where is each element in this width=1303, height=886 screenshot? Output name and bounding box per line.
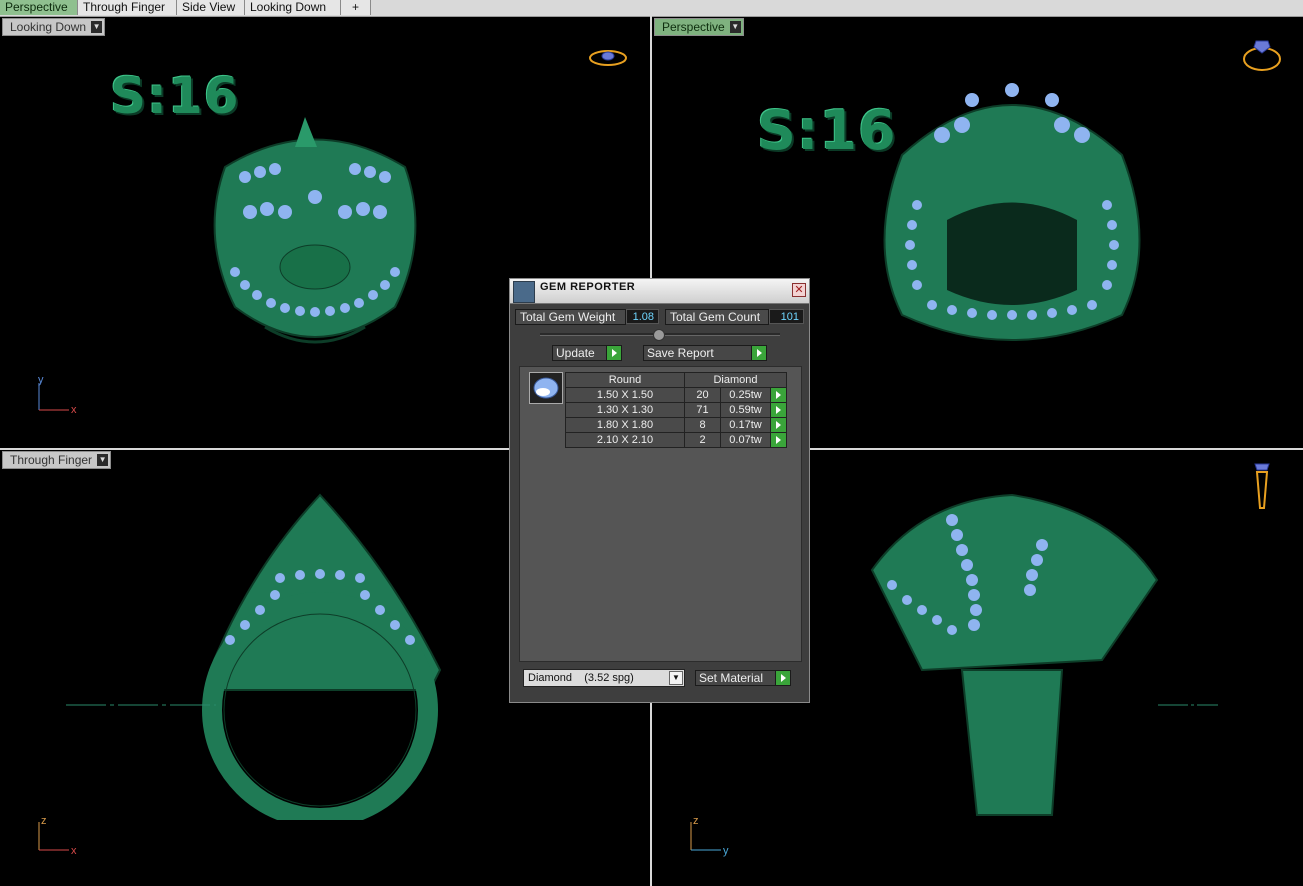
gem-weight-cell: 0.17tw <box>720 417 771 433</box>
viewport-label-text: Perspective <box>662 20 725 34</box>
ring-side-orientation-icon[interactable] <box>1250 460 1274 512</box>
table-row: 1.50 X 1.50 20 0.25tw <box>565 387 787 403</box>
view-tab-bar: Perspective Through Finger Side View Loo… <box>0 0 1303 17</box>
chevron-down-icon[interactable]: ▼ <box>91 21 103 33</box>
save-report-button[interactable]: Save Report <box>643 345 767 361</box>
update-button[interactable]: Update <box>552 345 622 361</box>
update-button-label: Update <box>556 346 595 360</box>
tab-looking-down[interactable]: Looking Down <box>245 0 341 15</box>
gem-count-cell: 20 <box>684 387 721 403</box>
select-gem-row-button[interactable] <box>770 402 787 418</box>
total-gem-count-value: 101 <box>769 309 804 324</box>
set-material-button-label: Set Material <box>699 671 764 685</box>
axis-z-label: z <box>41 815 47 827</box>
axis-triad: y x <box>34 374 84 418</box>
axis-y-label: y <box>38 375 44 386</box>
dialog-title: GEM REPORTER <box>540 281 636 293</box>
set-material-button[interactable]: Set Material <box>695 670 791 686</box>
gem-reporter-app-icon <box>513 281 535 303</box>
chevron-down-icon[interactable]: ▼ <box>97 454 109 466</box>
table-row: 1.80 X 1.80 8 0.17tw <box>565 417 787 433</box>
play-arrow-icon <box>751 346 766 360</box>
grid-line-marker <box>1158 704 1218 706</box>
ring-orientation-icon[interactable] <box>588 47 630 69</box>
axis-x-label: x <box>71 845 77 857</box>
ring-model-perspective-view <box>883 83 1141 341</box>
grid-line-marker <box>66 704 216 706</box>
tab-through-finger[interactable]: Through Finger <box>78 0 177 15</box>
chevron-down-icon[interactable]: ▼ <box>669 671 683 685</box>
viewport-label-looking-down[interactable]: Looking Down ▼ <box>2 18 106 36</box>
gem-size-cell: 2.10 X 2.10 <box>565 432 685 448</box>
gem-size-cell: 1.30 X 1.30 <box>565 402 685 418</box>
table-header-row: Round Diamond <box>565 372 787 388</box>
add-tab-button[interactable]: + <box>341 0 371 15</box>
axis-triad: z x <box>34 812 84 860</box>
ring-orientation-icon[interactable] <box>1241 35 1283 73</box>
gem-weight-cell: 0.25tw <box>720 387 771 403</box>
axis-z-label: z <box>693 815 699 827</box>
material-select[interactable]: Diamond (3.52 spg) ▼ <box>523 669 685 687</box>
gem-reporter-dialog: GEM REPORTER ✕ Total Gem Weight 1.08 Tot… <box>509 278 810 703</box>
gem-list-panel: Round Diamond 1.50 X 1.50 20 0.25tw 1.30… <box>519 366 802 662</box>
tab-perspective[interactable]: Perspective <box>0 0 78 15</box>
material-select-value: Diamond (3.52 spg) <box>528 672 634 684</box>
tab-side-view[interactable]: Side View <box>177 0 245 15</box>
ring-model-through-finger-view <box>202 493 442 820</box>
table-row: 1.30 X 1.30 71 0.59tw <box>565 402 787 418</box>
select-gem-row-button[interactable] <box>770 417 787 433</box>
total-gem-weight-label: Total Gem Weight <box>515 309 626 325</box>
gem-size-cell: 1.80 X 1.80 <box>565 417 685 433</box>
total-gem-weight-value: 1.08 <box>626 309 659 324</box>
axis-x-label: x <box>71 404 77 415</box>
gem-count-cell: 2 <box>684 432 721 448</box>
play-arrow-icon <box>775 671 790 685</box>
round-diamond-icon <box>533 377 559 399</box>
gem-size-table: Round Diamond 1.50 X 1.50 20 0.25tw 1.30… <box>565 372 787 448</box>
gem-weight-cell: 0.59tw <box>720 402 771 418</box>
select-gem-row-button[interactable] <box>770 432 787 448</box>
viewport-label-text: Through Finger <box>10 453 93 467</box>
gem-weight-cell: 0.07tw <box>720 432 771 448</box>
axis-y-label: y <box>723 845 729 857</box>
select-gem-row-button[interactable] <box>770 387 787 403</box>
play-arrow-icon <box>606 346 621 360</box>
gem-count-cell: 8 <box>684 417 721 433</box>
viewport-label-text: Looking Down <box>10 20 87 34</box>
axis-triad: z y <box>686 812 736 860</box>
gem-size-cell: 1.50 X 1.50 <box>565 387 685 403</box>
save-report-button-label: Save Report <box>647 346 714 360</box>
dialog-titlebar[interactable]: GEM REPORTER ✕ <box>510 279 809 304</box>
chevron-down-icon[interactable]: ▼ <box>729 21 741 33</box>
report-slider-handle[interactable] <box>653 329 665 341</box>
viewport-label-perspective[interactable]: Perspective ▼ <box>654 18 744 36</box>
table-row: 2.10 X 2.10 2 0.07tw <box>565 432 787 448</box>
close-button[interactable]: ✕ <box>792 283 806 297</box>
material-column-header: Diamond <box>684 372 787 388</box>
ring-model-top-view <box>213 117 417 344</box>
gem-count-cell: 71 <box>684 402 721 418</box>
ring-model-side-view <box>870 493 1159 816</box>
viewport-label-through-finger[interactable]: Through Finger ▼ <box>2 451 112 469</box>
shape-column-header: Round <box>565 372 685 388</box>
total-gem-count-label: Total Gem Count <box>665 309 769 325</box>
round-gem-thumbnail[interactable] <box>529 372 563 404</box>
